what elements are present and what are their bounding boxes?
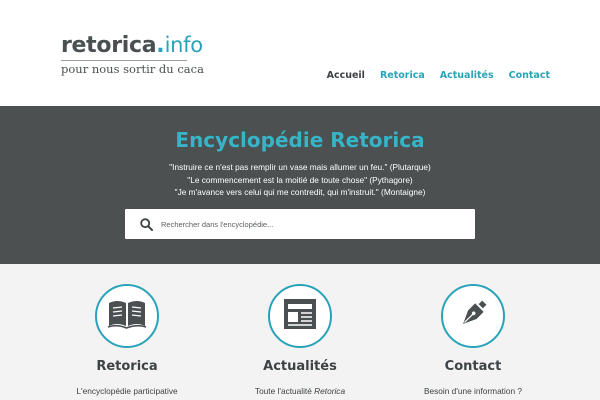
logo-wordmark: retorica. info [61,33,204,59]
quote-montaigne: "Je m'avance vers celui qui me contredit… [174,187,426,198]
feature-contact: Contact Besoin d'une information ? [373,284,573,396]
hero-quotes: "Instruire ce n'est pas remplir un vase … [0,161,600,199]
feature-actualites-desc: Toute l'actualité Retorica [200,386,400,396]
nav-item-contact[interactable]: Contact [509,70,550,81]
hero-banner: Encyclopédie Retorica "Instruire ce n'es… [0,106,600,264]
quote-pythagore: "Le commencement est la moitié de toute … [187,174,413,185]
logo-tld: info [164,33,203,57]
logo-tagline: pour nous sortir du caca [61,62,204,76]
feature-actualites: Actualités Toute l'actualité Retorica [200,284,400,396]
logo-divider [61,60,187,61]
nav-item-retorica[interactable]: Retorica [380,70,425,81]
quote-plutarque: "Instruire ce n'est pas remplir un vase … [169,162,431,172]
feature-retorica-title: Retorica [96,359,158,374]
feature-contact-desc: Besoin d'une information ? [424,386,522,396]
search-icon[interactable] [131,209,161,239]
book-icon [107,299,147,333]
site-logo[interactable]: retorica. info pour nous sortir du caca [61,33,204,76]
feature-retorica-link[interactable] [95,284,159,348]
site-header: retorica. info pour nous sortir du caca A… [0,0,600,106]
features-section: Retorica L'encyclopédie participative Ac… [0,264,600,400]
fountain-pen-icon [456,297,490,335]
feature-actualites-desc-prefix: Toute l'actualité [254,386,315,396]
search-input[interactable] [161,209,461,239]
feature-actualites-link[interactable] [268,284,332,348]
nav-item-actualites[interactable]: Actualités [440,70,494,81]
feature-actualites-desc-emphasis: Retorica [314,386,346,396]
search-bar [125,209,475,239]
feature-retorica-desc: L'encyclopédie participative [76,386,178,396]
feature-retorica: Retorica L'encyclopédie participative [27,284,227,396]
newspaper-icon [281,297,319,335]
feature-actualites-title: Actualités [263,359,337,374]
logo-name: retorica [61,33,157,58]
feature-contact-title: Contact [444,359,502,374]
nav-item-accueil[interactable]: Accueil [327,70,365,81]
feature-contact-link[interactable] [441,284,505,348]
hero-title: Encyclopédie Retorica [175,128,425,152]
main-nav: Accueil Retorica Actualités Contact [327,70,550,81]
logo-dot: . [156,33,165,58]
